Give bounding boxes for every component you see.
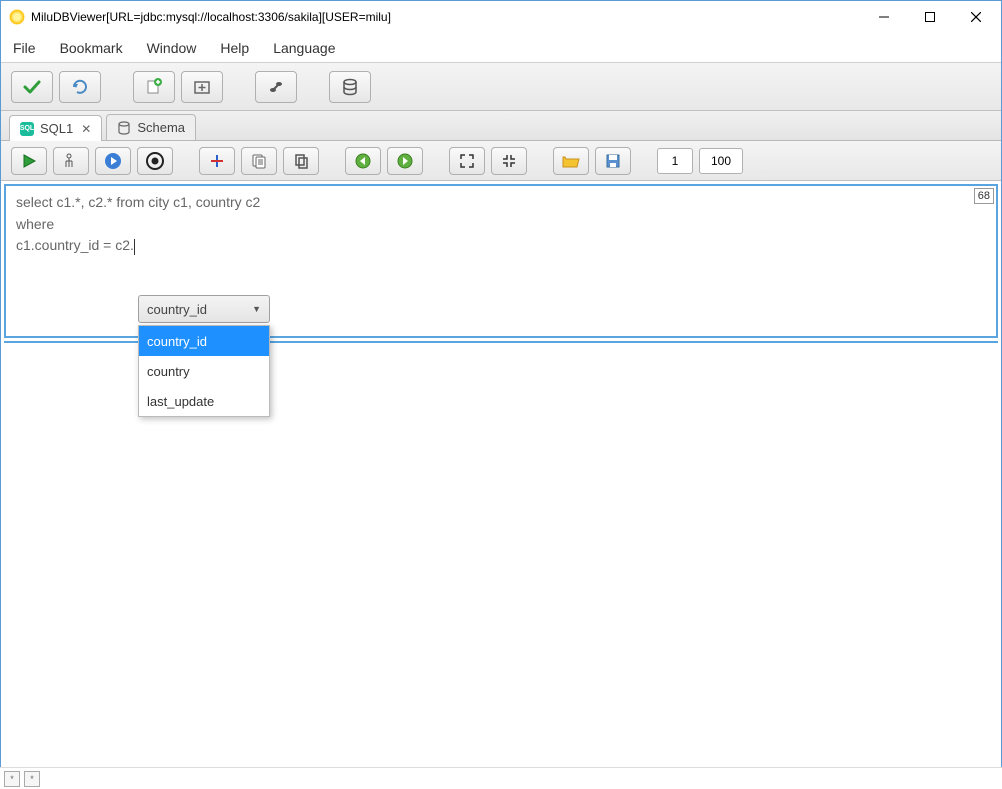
status-bar: * * [0, 767, 1002, 789]
connection-button[interactable] [255, 71, 297, 103]
titlebar: MiluDBViewer[URL=jdbc:mysql://localhost:… [1, 1, 1001, 33]
run-button[interactable] [11, 147, 47, 175]
close-tab-icon[interactable]: ✕ [81, 122, 91, 136]
commit-button[interactable] [11, 71, 53, 103]
save-button[interactable] [595, 147, 631, 175]
format-button[interactable] [199, 147, 235, 175]
sql-icon: SQL [20, 122, 34, 136]
autocomplete-list: country_id country last_update [138, 325, 270, 417]
autocomplete-combobox[interactable]: country_id ▼ [138, 295, 270, 323]
rollback-button[interactable] [59, 71, 101, 103]
paste-button[interactable] [283, 147, 319, 175]
minimize-button[interactable] [861, 2, 907, 32]
status-indicator-1[interactable]: * [4, 771, 20, 787]
new-tab-button[interactable] [181, 71, 223, 103]
autocomplete-popup: country_id ▼ country_id country last_upd… [138, 295, 270, 417]
status-indicator-2[interactable]: * [24, 771, 40, 787]
menu-help[interactable]: Help [220, 40, 249, 56]
prev-button[interactable] [345, 147, 381, 175]
tab-label: Schema [137, 120, 185, 135]
play-circle-button[interactable] [95, 147, 131, 175]
menubar: File Bookmark Window Help Language [1, 33, 1001, 63]
next-button[interactable] [387, 147, 423, 175]
collapse-button[interactable] [491, 147, 527, 175]
explain-button[interactable] [53, 147, 89, 175]
database-icon [117, 121, 131, 135]
menu-bookmark[interactable]: Bookmark [60, 40, 123, 56]
menu-language[interactable]: Language [273, 40, 335, 56]
autocomplete-option[interactable]: country_id [139, 326, 269, 356]
close-button[interactable] [953, 2, 999, 32]
stop-circle-button[interactable] [137, 147, 173, 175]
autocomplete-option[interactable]: country [139, 356, 269, 386]
open-folder-button[interactable] [553, 147, 589, 175]
new-file-button[interactable] [133, 71, 175, 103]
main-toolbar [1, 63, 1001, 111]
autocomplete-option[interactable]: last_update [139, 386, 269, 416]
chevron-down-icon: ▼ [252, 304, 261, 314]
copy-button[interactable] [241, 147, 277, 175]
tab-label: SQL1 [40, 121, 73, 136]
window-title: MiluDBViewer[URL=jdbc:mysql://localhost:… [31, 10, 861, 24]
tab-bar: SQL SQL1 ✕ Schema [1, 111, 1001, 141]
database-button[interactable] [329, 71, 371, 103]
sql-toolbar [1, 141, 1001, 181]
expand-button[interactable] [449, 147, 485, 175]
editor-content[interactable]: select c1.*, c2.* from city c1, country … [6, 186, 996, 263]
maximize-button[interactable] [907, 2, 953, 32]
menu-window[interactable]: Window [147, 40, 197, 56]
limit-input[interactable] [699, 148, 743, 174]
tab-schema[interactable]: Schema [106, 114, 196, 140]
char-counter: 68 [974, 188, 994, 204]
autocomplete-selected-value: country_id [147, 302, 207, 317]
tab-sql1[interactable]: SQL SQL1 ✕ [9, 115, 102, 141]
menu-file[interactable]: File [13, 40, 36, 56]
start-row-input[interactable] [657, 148, 693, 174]
app-icon [9, 9, 25, 25]
